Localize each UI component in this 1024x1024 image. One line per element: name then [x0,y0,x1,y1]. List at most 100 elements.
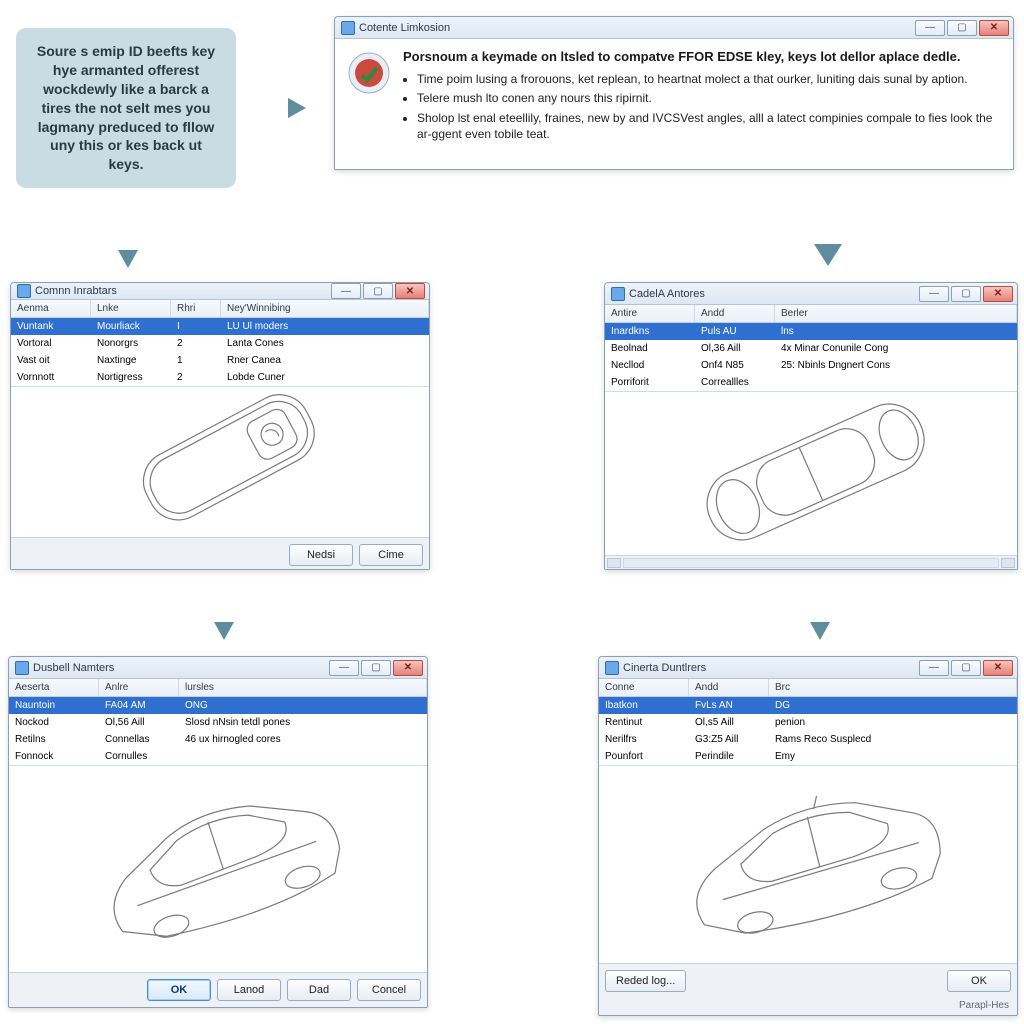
preview-canvas [605,391,1017,555]
app-icon [15,661,29,675]
titlebar[interactable]: CadelA Antores —▢✕ [605,283,1017,305]
maximize-button[interactable]: ▢ [951,660,981,676]
col-header[interactable]: Conne [599,679,689,696]
titlebar[interactable]: Cotente Limkosion — ▢ ✕ [335,17,1013,39]
table-row[interactable]: NecllodOnf4 N8525: Nbinls Dngnert Cons [605,357,1017,374]
table-row[interactable]: VornnottNortigress2Lobde Cuner [11,369,429,386]
col-header[interactable]: Andd [689,679,769,696]
col-header[interactable]: Lnke [91,300,171,317]
info-window: Cotente Limkosion — ▢ ✕ Porsnoum a keyma… [334,16,1014,170]
table-row[interactable]: IbatkonFvLs ANDG [599,697,1017,714]
arrow-down-3 [204,580,244,642]
dad-button[interactable]: Dad [287,979,351,1001]
app-icon [17,284,31,298]
col-header[interactable]: Antire [605,305,695,322]
table-body: VuntankMourliackILU Ul moders VortoralNo… [11,318,429,386]
preview-canvas [599,765,1017,963]
app-icon [341,21,355,35]
close-button[interactable]: ✕ [395,283,425,299]
ok-button[interactable]: OK [947,970,1011,992]
cancel-button[interactable]: Concel [357,979,421,1001]
callout-text: Soure s emip ID beefts key hye armanted … [37,43,215,172]
table-row[interactable]: NerilfrsG3:Z5 AillRams Reco Susplecd [599,731,1017,748]
app-icon [605,661,619,675]
ok-button[interactable]: OK [147,979,211,1001]
app-icon [611,287,625,301]
footer: Nedsi Cime [11,537,429,570]
close-button[interactable]: ✕ [979,20,1009,36]
close-button[interactable]: ✕ [983,660,1013,676]
reload-button[interactable]: Reded log... [605,970,686,992]
scroll-right-button[interactable] [1001,558,1015,568]
col-header[interactable]: Berler [775,305,1017,322]
titlebar[interactable]: Cinerta Duntlrers —▢✕ [599,657,1017,679]
window-title: Dusbell Namters [33,662,114,674]
footer: OK Lanod Dad Concel [9,972,427,1007]
next-button[interactable]: Nedsi [289,544,353,566]
col-header[interactable]: Rhri [171,300,221,317]
footer: Reded log... OK [599,963,1017,998]
info-bullet: Telere mush lto conen any nours this rip… [417,90,999,106]
info-bullet: Time poim lusing a frorouons, ket replea… [417,71,999,87]
titlebar[interactable]: Dusbell Namters —▢✕ [9,657,427,679]
close-button-footer[interactable]: Cime [359,544,423,566]
col-header[interactable]: Andd [695,305,775,322]
window-title: Comnn Inrabtars [35,285,117,297]
table-row[interactable]: NockodOl,56 AillSlosd nNsin tetdl pones [9,714,427,731]
info-icon [347,51,391,95]
col-header[interactable]: Aenma [11,300,91,317]
minimize-button[interactable]: — [919,660,949,676]
minimize-button[interactable]: — [331,283,361,299]
window-c: Dusbell Namters —▢✕ Aeserta Anlre lursle… [8,656,428,1008]
keyfob-illustration [90,387,350,537]
maximize-button[interactable]: ▢ [951,286,981,302]
table-row[interactable]: RentinutOl,s5 Aillpenion [599,714,1017,731]
maximize-button[interactable]: ▢ [363,283,393,299]
car-iso-illustration [58,769,378,969]
table-headers: Conne Andd Brc [599,679,1017,697]
preview-canvas [9,765,427,972]
table-row[interactable]: PounfortPerindileEmy [599,748,1017,765]
maximize-button[interactable]: ▢ [947,20,977,36]
scrollbar-horizontal[interactable] [605,555,1017,569]
window-title: Cotente Limkosion [359,22,450,34]
table-body: InardknsPuls AUlns BeolnadOl,36 Aill4x M… [605,323,1017,391]
window-title: Cinerta Duntlrers [623,662,706,674]
minimize-button[interactable]: — [329,660,359,676]
col-header[interactable]: Brc [769,679,1017,696]
col-header[interactable]: Aeserta [9,679,99,696]
table-row[interactable]: VuntankMourliackILU Ul moders [11,318,429,335]
lanod-button[interactable]: Lanod [217,979,281,1001]
table-row[interactable]: Vast oitNaxtinge1Rner Canea [11,352,429,369]
table-row[interactable]: BeolnadOl,36 Aill4x Minar Conunile Cong [605,340,1017,357]
col-header[interactable]: Ney'Winnibing [221,300,429,317]
table-headers: Aeserta Anlre lursles [9,679,427,697]
close-button[interactable]: ✕ [393,660,423,676]
minimize-button[interactable]: — [915,20,945,36]
table-headers: Antire Andd Berler [605,305,1017,323]
table-headers: Aenma Lnke Rhri Ney'Winnibing [11,300,429,318]
col-header[interactable]: lursles [179,679,427,696]
info-bullets: Time poim lusing a frorouons, ket replea… [403,71,999,142]
table-row[interactable]: RetilnsConnellas46 ux hirnogled cores [9,731,427,748]
callout-box: Soure s emip ID beefts key hye armanted … [16,28,236,188]
status-text: Parapl-Hes [959,1000,1009,1011]
table-row[interactable]: NauntoinFA04 AMONG [9,697,427,714]
scroll-left-button[interactable] [607,558,621,568]
scroll-track[interactable] [623,558,999,568]
car-iso-illustration [643,770,973,960]
window-d: Cinerta Duntlrers —▢✕ Conne Andd Brc Iba… [598,656,1018,1016]
table-row[interactable]: InardknsPuls AUlns [605,323,1017,340]
table-body: NauntoinFA04 AMONG NockodOl,56 AillSlosd… [9,697,427,765]
arrow-down-2 [804,196,852,268]
close-button[interactable]: ✕ [983,286,1013,302]
table-row[interactable]: VortoralNonorgrs2Lanta Cones [11,335,429,352]
info-heading: Porsnoum a keymade on ltsled to compatve… [403,49,999,65]
info-bullet: Sholop lst enal eteellily, fraines, new … [417,110,999,142]
minimize-button[interactable]: — [919,286,949,302]
col-header[interactable]: Anlre [99,679,179,696]
titlebar[interactable]: Comnn Inrabtars —▢✕ [11,283,429,300]
table-row[interactable]: FonnockCornulles [9,748,427,765]
table-row[interactable]: PorriforitCorreallles [605,374,1017,391]
maximize-button[interactable]: ▢ [361,660,391,676]
